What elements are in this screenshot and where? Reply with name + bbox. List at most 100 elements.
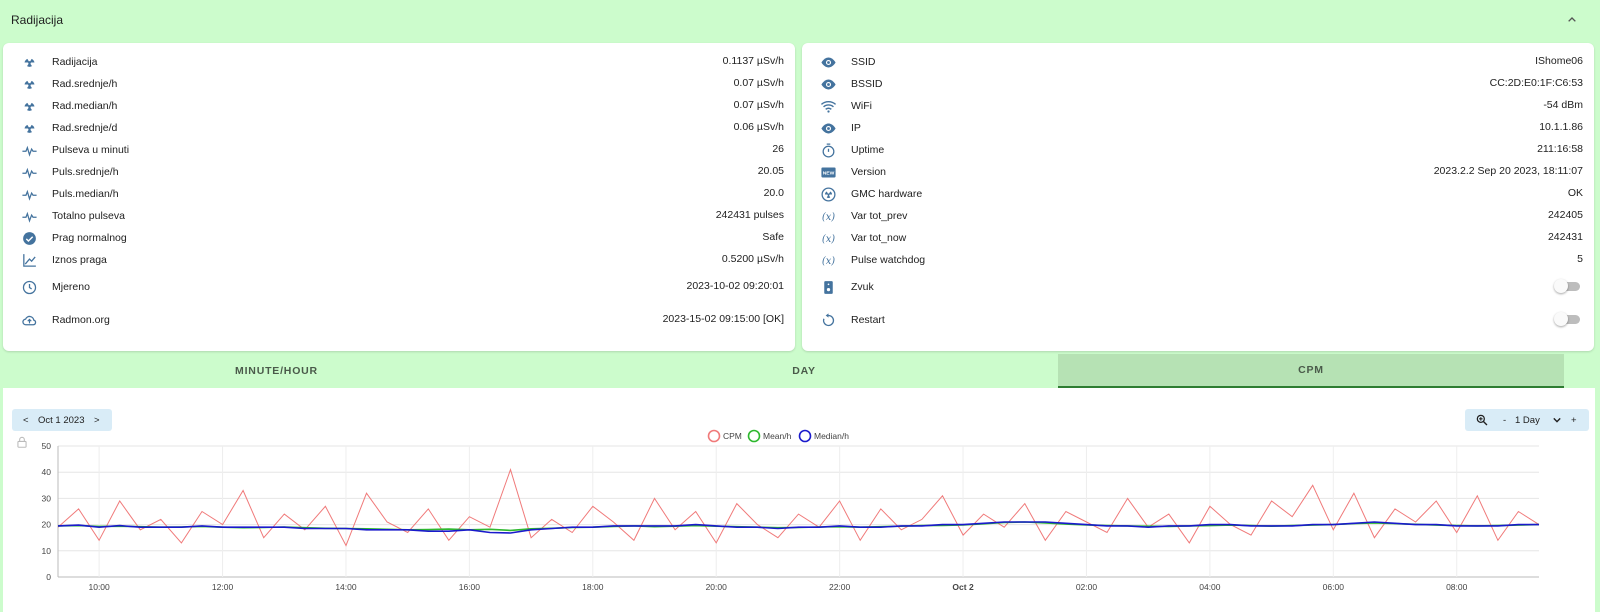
row-label: Restart	[851, 314, 885, 326]
y-tick-label: 50	[42, 441, 52, 451]
pulse-icon	[20, 141, 38, 159]
row-label: BSSID	[851, 78, 883, 90]
right-row-ssid: SSID IShome06	[802, 50, 1594, 72]
x-tick-label: 04:00	[1199, 582, 1221, 592]
row-label: Totalno pulseva	[52, 210, 125, 222]
svg-text:(x): (x)	[821, 212, 834, 223]
row-value: 20.0	[763, 187, 784, 199]
left-row-rad-median-h: Rad.median/h 0.07 µSv/h	[3, 94, 795, 116]
row-value: 0.07 µSv/h	[733, 77, 784, 89]
right-row-zvuk: Zvuk	[802, 275, 1594, 297]
row-label: WiFi	[851, 100, 872, 112]
right-row-ip: IP 10.1.1.86	[802, 116, 1594, 138]
row-label: Rad.srednje/d	[52, 122, 118, 134]
row-value: 0.1137 µSv/h	[722, 55, 784, 67]
row-value: 242431	[1547, 231, 1583, 243]
eye-icon	[819, 53, 837, 71]
right-row-gmc-hardware: GMC hardware OK	[802, 182, 1594, 204]
left-row-rad-srednje-d: Rad.srednje/d 0.06 µSv/h	[3, 116, 795, 138]
row-value: 211:16:58	[1537, 143, 1583, 155]
left-row-mjereno: Mjereno 2023-10-02 09:20:01	[3, 275, 795, 297]
row-label: Puls.srednje/h	[52, 166, 119, 178]
row-label: Rad.srednje/h	[52, 78, 118, 90]
radiation-icon	[20, 97, 38, 115]
row-label: IP	[851, 122, 861, 134]
x-tick-label: 18:00	[582, 582, 604, 592]
row-label: Radijacija	[52, 56, 98, 68]
cpm-chart: 0 10 20 30 40 50 10:00 12:00 14:00 16:00 18:00 20:0…	[42, 429, 1540, 592]
tab-day[interactable]: DAY	[550, 354, 1058, 388]
eye-icon	[819, 119, 837, 137]
y-tick-label: 10	[42, 546, 52, 556]
row-label: Version	[851, 166, 887, 178]
panel-header[interactable]: Radijacija	[0, 0, 1600, 42]
variable-icon: (x)	[819, 229, 837, 247]
check-circle-icon	[20, 229, 38, 247]
left-row-iznos-praga: Iznos praga 0.5200 µSv/h	[3, 248, 795, 270]
right-row-bssid: BSSID CC:2D:E0:1F:C6:53	[802, 72, 1594, 94]
svg-text:NEW: NEW	[822, 170, 834, 176]
svg-text:(x): (x)	[821, 234, 834, 245]
legend-marker	[798, 429, 812, 443]
tab-minute-hour[interactable]: MINUTE/HOUR	[3, 354, 550, 388]
y-tick-label: 0	[46, 572, 51, 582]
restart-icon	[819, 311, 837, 329]
restart-toggle[interactable]	[1554, 312, 1582, 326]
row-value: Safe	[762, 231, 784, 243]
x-tick-label: 16:00	[459, 582, 481, 592]
x-tick-label: 06:00	[1323, 582, 1345, 592]
pulse-icon	[20, 185, 38, 203]
row-value: 242431 pulses	[715, 209, 784, 221]
legend-label: CPM	[723, 431, 742, 441]
x-tick-label: Oct 2	[952, 582, 974, 592]
series-line-median-h	[57, 521, 1539, 534]
y-tick-label: 20	[42, 520, 52, 530]
legend-label: Median/h	[814, 431, 849, 441]
row-value: -54 dBm	[1543, 99, 1583, 111]
row-value: 10.1.1.86	[1539, 121, 1583, 133]
row-label: Puls.median/h	[52, 188, 119, 200]
x-tick-label: 12:00	[212, 582, 234, 592]
right-row-uptime: Uptime 211:16:58	[802, 138, 1594, 160]
y-tick-label: 30	[42, 493, 52, 503]
left-row-puls-srednje-h: Puls.srednje/h 20.05	[3, 160, 795, 182]
row-label: Radmon.org	[52, 314, 110, 326]
y-tick-label: 40	[42, 467, 52, 477]
radiation-card: Radijacija 0.1137 µSv/h Rad.srednje/h 0.07 …	[3, 43, 795, 351]
tab-cpm[interactable]: CPM	[1058, 354, 1564, 388]
x-tick-label: 08:00	[1446, 582, 1468, 592]
row-label: Iznos praga	[52, 254, 107, 266]
clock-icon	[20, 278, 38, 296]
x-tick-label: 10:00	[88, 582, 110, 592]
pulse-icon	[20, 207, 38, 225]
row-value: 242405	[1547, 209, 1583, 221]
left-row-radijacija: Radijacija 0.1137 µSv/h	[3, 50, 795, 72]
row-value: IShome06	[1535, 55, 1583, 67]
row-label: Var tot_now	[851, 232, 907, 244]
speaker-icon	[819, 278, 837, 296]
row-label: Var tot_prev	[851, 210, 908, 222]
row-value: 0.06 µSv/h	[733, 121, 784, 133]
chevron-up-icon[interactable]	[1564, 12, 1580, 28]
row-label: Prag normalnog	[52, 232, 127, 244]
variable-icon: (x)	[819, 251, 837, 269]
chart-line-icon	[20, 251, 38, 269]
zvuk-toggle[interactable]	[1554, 279, 1582, 293]
row-label: GMC hardware	[851, 188, 923, 200]
row-value: 5	[1577, 253, 1583, 265]
panel-title: Radijacija	[11, 13, 64, 27]
row-label: Mjereno	[52, 281, 90, 293]
left-row-puls-median-h: Puls.median/h 20.0	[3, 182, 795, 204]
variable-icon: (x)	[819, 207, 837, 225]
x-tick-label: 02:00	[1076, 582, 1098, 592]
row-value: 0.07 µSv/h	[733, 99, 784, 111]
row-value: CC:2D:E0:1F:C6:53	[1489, 77, 1583, 89]
row-label: Zvuk	[851, 281, 874, 293]
left-row-totalno-pulseva: Totalno pulseva 242431 pulses	[3, 204, 795, 226]
eye-icon	[819, 75, 837, 93]
radiation-icon	[20, 75, 38, 93]
legend-label: Mean/h	[763, 431, 792, 441]
radiation-circle-icon	[819, 185, 837, 203]
right-row-pulse-watchdog: (x) Pulse watchdog 5	[802, 248, 1594, 270]
row-value: 0.5200 µSv/h	[721, 253, 784, 265]
